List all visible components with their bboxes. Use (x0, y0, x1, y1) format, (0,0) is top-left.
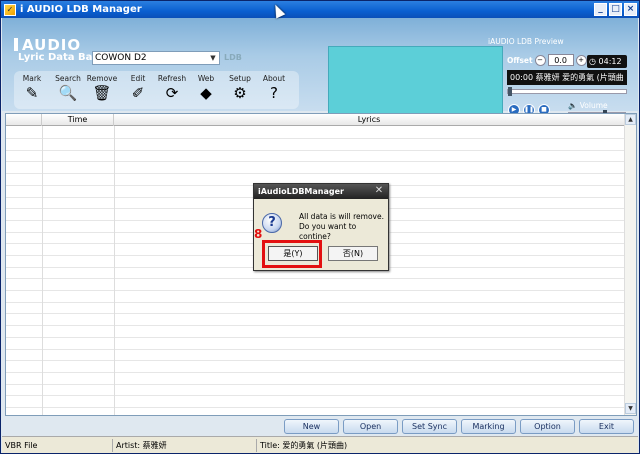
toolbar-label: Setup (229, 74, 251, 83)
main-toolbar: Mark ✎ Search 🔍 Remove 🗑 Edit ✐ Refresh ⟳ Web ◆ Setu… (14, 71, 299, 109)
dialog-message: All data is will remove. Do you want to … (299, 212, 388, 242)
table-row[interactable] (6, 337, 624, 338)
toolbar-remove-button[interactable]: Remove 🗑 (86, 74, 118, 102)
toolbar-label: About (262, 74, 286, 83)
status-bar: VBR File Artist: 蔡雅妍 Title: 爱的勇氣 (片頭曲) (2, 436, 638, 453)
toolbar-label: Web (197, 74, 215, 83)
set-sync-button[interactable]: Set Sync (402, 419, 457, 434)
dialog-close-icon[interactable]: ✕ (372, 185, 386, 197)
dialog-title[interactable]: iAudioLDBManager (254, 184, 388, 199)
highlight-box (262, 240, 322, 268)
edit-icon: ✐ (131, 84, 145, 102)
toolbar-mark-button[interactable]: Mark ✎ (16, 74, 48, 102)
offset-control: Offset − 0.0 + (507, 54, 587, 66)
offset-decrease-button[interactable]: − (534, 54, 546, 66)
column-divider (114, 126, 115, 415)
pencil-icon: ✎ (25, 84, 39, 102)
table-row[interactable] (6, 372, 624, 373)
table-row[interactable] (6, 407, 624, 408)
column-divider (42, 126, 43, 415)
offset-value-field[interactable]: 0.0 (547, 54, 574, 66)
title-bar[interactable]: ✓ i AUDIO LDB Manager _ □ × (1, 1, 639, 18)
dialog-message-line1: All data is will remove. (299, 212, 384, 221)
marking-button[interactable]: Marking (461, 419, 516, 434)
seek-thumb[interactable] (508, 87, 512, 96)
status-artist: Artist: 蔡雅妍 (112, 439, 256, 452)
table-row[interactable] (6, 278, 624, 279)
table-row[interactable] (6, 290, 624, 291)
table-row[interactable] (6, 360, 624, 361)
ldb-tag: LDB (224, 53, 242, 62)
toolbar-setup-button[interactable]: Setup ⚙ (224, 74, 256, 102)
bottom-button-bar: New Open Set Sync Marking Option Exit (284, 419, 634, 434)
seek-slider[interactable] (507, 87, 627, 96)
total-time: ◷ 04:12 (587, 55, 627, 68)
time-column-header[interactable]: Time (42, 114, 114, 126)
minimize-button[interactable]: _ (594, 3, 607, 16)
table-row[interactable] (6, 161, 624, 162)
table-row[interactable] (6, 395, 624, 396)
window-title: i AUDIO LDB Manager (20, 4, 142, 15)
offset-label: Offset (507, 55, 533, 65)
maximize-button[interactable]: □ (609, 3, 622, 16)
table-row[interactable] (6, 313, 624, 314)
toolbar-about-button[interactable]: About? (258, 74, 290, 102)
row-index-header (6, 114, 42, 126)
preview-title: iAUDIO LDB Preview (488, 37, 564, 46)
trash-icon: 🗑 (92, 84, 112, 102)
open-button[interactable]: Open (343, 419, 398, 434)
setup-icon: ⚙ (233, 84, 247, 102)
check-icon: ✓ (4, 3, 16, 16)
toolbar-label: Edit (130, 74, 146, 83)
table-row[interactable] (6, 150, 624, 151)
lyric-lcd-display: 00:00 蔡雅妍 爱的勇氣 (片頭曲 (507, 70, 627, 85)
status-title: Title: 爱的勇氣 (片頭曲) (256, 439, 636, 452)
table-row[interactable] (6, 302, 624, 303)
no-button[interactable]: 否(N) (328, 246, 378, 261)
toolbar-label: Search (55, 74, 81, 83)
toolbar-label: Mark (22, 74, 42, 83)
table-header: Time Lyrics (6, 114, 624, 126)
device-select[interactable]: COWON D2 ▼ (92, 51, 220, 65)
table-row[interactable] (6, 173, 624, 174)
lyric-preview-screen (328, 46, 503, 118)
scroll-up-icon[interactable]: ▲ (625, 114, 636, 125)
table-row[interactable] (6, 325, 624, 326)
table-row[interactable] (6, 384, 624, 385)
toolbar-refresh-button[interactable]: Refresh ⟳ (156, 74, 188, 102)
exit-button[interactable]: Exit (579, 419, 634, 434)
table-row[interactable] (6, 349, 624, 350)
dialog-message-line2: Do you want to contine? (299, 222, 357, 241)
offset-increase-button[interactable]: + (575, 54, 587, 66)
web-icon: ◆ (200, 84, 212, 102)
close-button[interactable]: × (624, 3, 637, 16)
vertical-scrollbar[interactable]: ▲ ▼ (624, 114, 636, 415)
magnifier-icon: 🔍 (58, 84, 78, 102)
status-file-type: VBR File (5, 441, 38, 450)
toolbar-label: Remove (86, 74, 118, 83)
new-button[interactable]: New (284, 419, 339, 434)
chevron-down-icon[interactable]: ▼ (207, 52, 219, 64)
toolbar-web-button[interactable]: Web ◆ (190, 74, 222, 102)
header-panel: AUDIO Lyric Data Base COWON D2 ▼ LDB Mar… (2, 18, 638, 118)
volume-label: 🔈 Volume (568, 101, 608, 110)
option-button[interactable]: Option (520, 419, 575, 434)
refresh-icon: ⟳ (165, 84, 179, 102)
scroll-down-icon[interactable]: ▼ (625, 403, 636, 414)
step-number-label: 8 (254, 227, 263, 241)
question-icon: ? (262, 213, 282, 233)
toolbar-edit-button[interactable]: Edit ✐ (122, 74, 154, 102)
lyrics-column-header[interactable]: Lyrics (114, 114, 624, 126)
help-icon: ? (270, 84, 278, 102)
toolbar-search-button[interactable]: Search 🔍 (52, 74, 84, 102)
toolbar-label: Refresh (157, 74, 187, 83)
table-row[interactable] (6, 138, 624, 139)
